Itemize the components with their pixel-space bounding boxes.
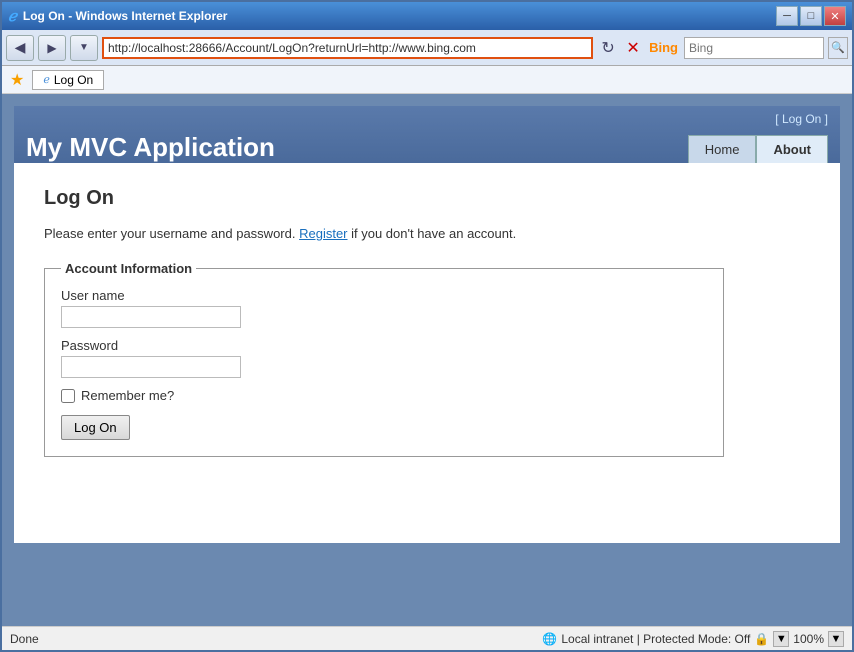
page-content: Log On Please enter your username and pa… xyxy=(14,163,840,543)
stop-button[interactable]: ✕ xyxy=(623,37,643,59)
logon-submit-button[interactable]: Log On xyxy=(61,415,130,440)
password-group: Password xyxy=(61,338,707,378)
status-bar: Done 🌐 Local intranet | Protected Mode: … xyxy=(2,626,852,650)
minimize-button[interactable]: ─ xyxy=(776,6,798,26)
intro-after: if you don't have an account. xyxy=(348,226,517,241)
title-bar: ℯ Log On - Windows Internet Explorer ─ □… xyxy=(2,2,852,30)
lock-icon: 🔒 xyxy=(754,632,769,646)
title-bar-left: ℯ Log On - Windows Internet Explorer xyxy=(8,7,227,25)
refresh-button[interactable]: ↻ xyxy=(597,37,619,59)
nav-tab-about[interactable]: About xyxy=(756,135,828,163)
zoom-up-button[interactable]: ▼ xyxy=(828,631,844,647)
search-button[interactable]: 🔍 xyxy=(828,37,848,59)
tab-title: Log On xyxy=(54,73,93,87)
username-group: User name xyxy=(61,288,707,328)
logon-link[interactable]: [ Log On ] xyxy=(775,112,828,126)
maximize-button[interactable]: □ xyxy=(800,6,822,26)
browser-window: ℯ Log On - Windows Internet Explorer ─ □… xyxy=(0,0,854,652)
intro-before: Please enter your username and password. xyxy=(44,226,299,241)
app-title: My MVC Application xyxy=(26,132,275,163)
recent-pages-button[interactable]: ▼ xyxy=(70,35,98,61)
remember-checkbox[interactable] xyxy=(61,389,75,403)
window-controls: ─ □ ✕ xyxy=(776,6,846,26)
intro-text: Please enter your username and password.… xyxy=(44,226,810,241)
remember-label: Remember me? xyxy=(81,388,174,403)
status-right: 🌐 Local intranet | Protected Mode: Off 🔒… xyxy=(542,631,844,647)
favorites-star-icon[interactable]: ★ xyxy=(10,70,24,90)
zoom-level: 100% xyxy=(793,632,824,646)
address-bar: ◀ ▶ ▼ ↻ ✕ Bing 🔍 xyxy=(2,30,852,66)
username-input[interactable] xyxy=(61,306,241,328)
browser-content: [ Log On ] My MVC Application Home About… xyxy=(2,94,852,626)
nav-tabs: Home About xyxy=(688,135,828,163)
zoom-down-button[interactable]: ▼ xyxy=(773,631,789,647)
app-header-main: My MVC Application Home About xyxy=(14,128,840,163)
app-wrapper: [ Log On ] My MVC Application Home About… xyxy=(14,106,840,614)
address-input[interactable] xyxy=(102,37,593,59)
back-button[interactable]: ◀ xyxy=(6,35,34,61)
ie-logo-icon: ℯ xyxy=(8,7,17,25)
close-button[interactable]: ✕ xyxy=(824,6,846,26)
forward-button[interactable]: ▶ xyxy=(38,35,66,61)
fieldset-legend: Account Information xyxy=(61,261,196,276)
favorites-tab[interactable]: ℯ Log On xyxy=(32,70,104,90)
nav-tab-home[interactable]: Home xyxy=(688,135,757,163)
remember-group: Remember me? xyxy=(61,388,707,403)
app-header-top: [ Log On ] xyxy=(14,106,840,128)
bing-icon: Bing xyxy=(647,40,680,55)
status-text: Done xyxy=(10,632,542,646)
globe-icon: 🌐 xyxy=(542,632,557,646)
register-link[interactable]: Register xyxy=(299,226,347,241)
security-text: Local intranet | Protected Mode: Off xyxy=(561,632,750,646)
favorites-bar: ★ ℯ Log On xyxy=(2,66,852,94)
account-fieldset: Account Information User name Password R… xyxy=(44,261,724,457)
tab-ie-icon: ℯ xyxy=(43,73,50,86)
search-input[interactable] xyxy=(684,37,824,59)
username-label: User name xyxy=(61,288,707,303)
password-label: Password xyxy=(61,338,707,353)
password-input[interactable] xyxy=(61,356,241,378)
page-title: Log On xyxy=(44,187,810,210)
app-header: [ Log On ] My MVC Application Home About xyxy=(14,106,840,163)
window-title: Log On - Windows Internet Explorer xyxy=(23,9,228,23)
